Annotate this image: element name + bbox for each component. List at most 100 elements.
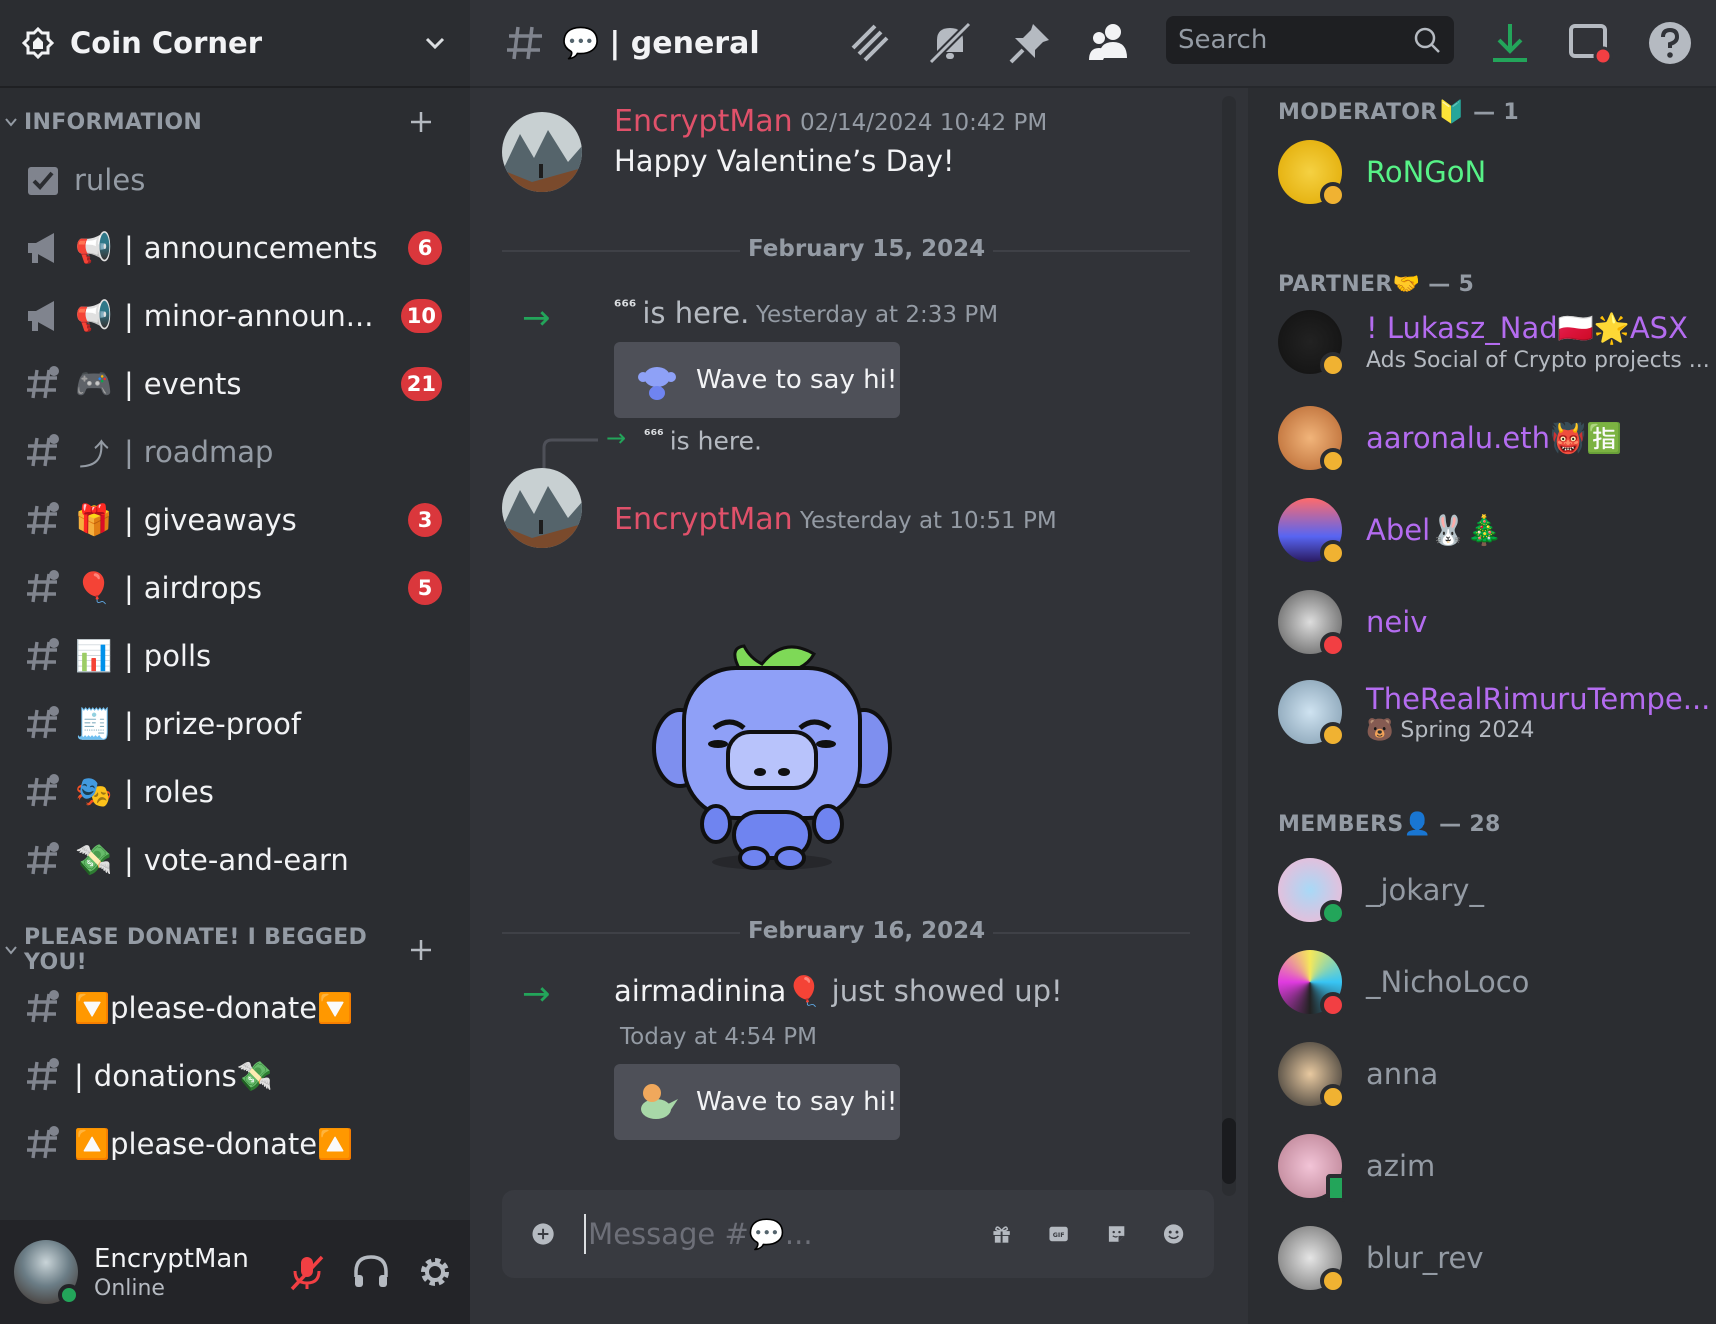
username[interactable]: EncryptMan bbox=[94, 1244, 264, 1274]
message-input[interactable] bbox=[584, 1214, 956, 1254]
channel-item[interactable]: 🔼please-donate🔼 bbox=[16, 1116, 446, 1172]
channel-item[interactable]: 🎮 | events 21 bbox=[16, 356, 446, 412]
add-channel-icon[interactable] bbox=[408, 937, 434, 963]
help-icon[interactable] bbox=[1645, 18, 1695, 68]
category-donate[interactable]: PLEASE DONATE! I BEGGED YOU! bbox=[0, 925, 470, 975]
channel-item[interactable]: 📢 | announcements 6 bbox=[16, 220, 446, 276]
member-item[interactable]: ! Lukasz_Nad🇵🇱🌟ASX Ads Social of Crypto p… bbox=[1278, 302, 1710, 382]
channel-name: minor-announ... bbox=[143, 299, 374, 333]
member-item[interactable]: aaronalu.eth👹🈯 bbox=[1278, 398, 1708, 478]
add-channel-icon[interactable] bbox=[408, 109, 434, 135]
emoji-icon[interactable] bbox=[1163, 1212, 1184, 1256]
member-name: neiv bbox=[1366, 605, 1428, 639]
headphones-icon[interactable] bbox=[350, 1251, 392, 1293]
channel-name: polls bbox=[143, 639, 212, 673]
attach-plus-icon[interactable] bbox=[532, 1211, 554, 1257]
inbox-icon[interactable] bbox=[1565, 18, 1615, 68]
avatar[interactable] bbox=[502, 112, 582, 192]
channel-item[interactable]: 🎁 | giveaways 3 bbox=[16, 492, 446, 548]
chevron-down-icon[interactable] bbox=[422, 30, 448, 56]
member-item[interactable]: _NichoLoco bbox=[1278, 942, 1708, 1022]
scrollbar-thumb[interactable] bbox=[1222, 1118, 1236, 1184]
svg-text:GIF: GIF bbox=[1053, 1232, 1065, 1239]
channel-emoji: 📊 bbox=[75, 638, 113, 674]
channel-name: vote-and-earn bbox=[143, 843, 349, 877]
avatar[interactable] bbox=[502, 468, 582, 548]
join-username[interactable]: ⁶⁶⁶ bbox=[614, 297, 636, 317]
chevron-down-icon bbox=[5, 118, 17, 127]
member-item[interactable]: blur_rev bbox=[1278, 1218, 1708, 1298]
idle-status-icon bbox=[1320, 540, 1346, 566]
join-text: just showed up! bbox=[831, 974, 1063, 1008]
scrollbar-track[interactable] bbox=[1222, 96, 1236, 1196]
member-item[interactable]: RoNGoN bbox=[1278, 132, 1708, 212]
mute-mic-icon[interactable] bbox=[286, 1251, 328, 1293]
text-channel-hash-icon bbox=[27, 366, 59, 399]
date-divider-label: February 16, 2024 bbox=[740, 918, 994, 944]
channel-item[interactable]: | donations💸 bbox=[16, 1048, 446, 1104]
search-input[interactable]: Search bbox=[1166, 16, 1454, 64]
gif-icon[interactable]: GIF bbox=[1048, 1212, 1069, 1256]
member-name: azim bbox=[1366, 1149, 1436, 1183]
category-information[interactable]: INFORMATION bbox=[0, 102, 470, 142]
channel-item[interactable]: 🔽please-donate🔽 bbox=[16, 980, 446, 1036]
wave-label: Wave to say hi! bbox=[696, 365, 898, 395]
member-list-icon[interactable] bbox=[1085, 18, 1135, 68]
server-header[interactable]: Coin Corner bbox=[0, 0, 470, 88]
mobile-status-icon bbox=[1326, 1174, 1346, 1202]
channel-item[interactable]: 🎈 | airdrops 5 bbox=[16, 560, 446, 616]
text-channel-hash-icon bbox=[27, 842, 59, 875]
text-channel-hash-icon bbox=[27, 990, 59, 1023]
member-name: Abel🐰🎄 bbox=[1366, 512, 1503, 547]
member-group-header: MODERATOR🔰 — 1 bbox=[1278, 100, 1520, 125]
announcement-channel-icon bbox=[28, 233, 54, 263]
channel-separator: | bbox=[124, 843, 134, 877]
reply-username: ⁶⁶⁶ bbox=[644, 426, 664, 444]
server-name: Coin Corner bbox=[70, 26, 263, 60]
download-icon[interactable] bbox=[1485, 18, 1535, 68]
channel-name: roadmap bbox=[143, 435, 274, 469]
join-username[interactable]: airmadinina🎈 bbox=[614, 974, 822, 1008]
reply-preview[interactable]: ⁶⁶⁶ is here. bbox=[644, 426, 762, 455]
wumpus-sticker[interactable] bbox=[644, 628, 900, 876]
member-item[interactable]: anna bbox=[1278, 1034, 1708, 1114]
channel-name: announcements bbox=[143, 231, 378, 265]
channel-emoji: 💸 bbox=[75, 842, 113, 878]
member-item[interactable]: neiv bbox=[1278, 582, 1708, 662]
avatar bbox=[1278, 590, 1346, 658]
category-name: PLEASE DONATE! I BEGGED YOU! bbox=[24, 925, 368, 975]
channel-name: 🔼please-donate🔼 bbox=[74, 1126, 354, 1161]
wave-button[interactable]: Wave to say hi! bbox=[614, 1064, 900, 1140]
sticker-icon[interactable] bbox=[1106, 1212, 1127, 1256]
wave-button[interactable]: Wave to say hi! bbox=[614, 342, 900, 418]
gear-icon[interactable] bbox=[414, 1251, 456, 1293]
channel-item[interactable]: rules bbox=[16, 152, 446, 208]
gift-icon[interactable] bbox=[991, 1212, 1012, 1256]
channel-item[interactable]: 🎭 | roles bbox=[16, 764, 446, 820]
member-name: blur_rev bbox=[1366, 1241, 1484, 1275]
channel-item[interactable]: ⤴ | roadmap bbox=[16, 424, 446, 480]
message-author[interactable]: EncryptMan bbox=[614, 502, 793, 537]
member-item[interactable]: _jokary_ bbox=[1278, 850, 1708, 930]
channel-item[interactable]: 🧾 | prize-proof bbox=[16, 696, 446, 752]
avatar[interactable] bbox=[14, 1240, 80, 1306]
channel-title: | general bbox=[609, 25, 760, 61]
channel-separator: | bbox=[74, 1059, 84, 1093]
member-item[interactable]: Abel🐰🎄 bbox=[1278, 490, 1708, 570]
pin-icon[interactable] bbox=[1005, 18, 1055, 68]
join-arrow-icon: → bbox=[606, 424, 627, 452]
message-author[interactable]: EncryptMan bbox=[614, 104, 793, 139]
channel-item[interactable]: 💸 | vote-and-earn bbox=[16, 832, 446, 888]
rules-channel-icon bbox=[28, 167, 58, 195]
avatar bbox=[1278, 406, 1346, 474]
channel-name: roles bbox=[143, 775, 214, 809]
channel-separator: | bbox=[124, 367, 134, 401]
threads-icon[interactable] bbox=[845, 18, 895, 68]
date-divider-label: February 15, 2024 bbox=[740, 236, 994, 262]
member-group-header: MEMBERS👤 — 28 bbox=[1278, 812, 1501, 837]
channel-item[interactable]: 📊 | polls bbox=[16, 628, 446, 684]
member-item[interactable]: TheRealRimuruTempe... 🐻 Spring 2024 bbox=[1278, 672, 1710, 752]
notification-bell-muted-icon[interactable] bbox=[925, 18, 975, 68]
member-item[interactable]: azim bbox=[1278, 1126, 1708, 1206]
channel-item[interactable]: 📢 | minor-announ... 10 bbox=[16, 288, 446, 344]
